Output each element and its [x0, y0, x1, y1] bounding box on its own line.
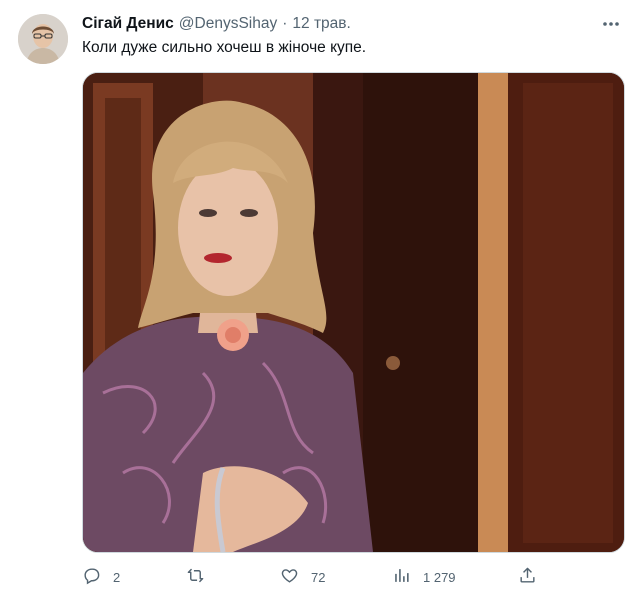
tweet-text: Коли дуже сильно хочеш в жіноче купе. [82, 39, 367, 56]
reply-button[interactable]: 2 [82, 566, 120, 588]
reply-count: 2 [113, 569, 121, 585]
retweet-icon [186, 566, 205, 588]
avatar-image [18, 14, 68, 64]
like-button[interactable]: 72 [280, 566, 325, 588]
media-illustration [83, 73, 624, 552]
like-icon [280, 566, 299, 588]
more-icon[interactable] [601, 18, 621, 30]
separator-dot: · [282, 15, 288, 32]
tweet-date[interactable]: 12 трав. [292, 14, 350, 34]
views-count: 1 279 [423, 569, 456, 585]
author-handle[interactable]: @DenysSihay [179, 14, 277, 34]
retweet-button[interactable] [186, 566, 217, 588]
avatar[interactable] [18, 14, 68, 64]
tweet-media-image[interactable] [82, 72, 625, 553]
views-icon [392, 566, 411, 588]
tweet[interactable]: Сігай Денис @DenysSihay · 12 трав. Коли … [0, 0, 639, 600]
share-button[interactable] [518, 566, 537, 588]
tweet-header: Сігай Денис @DenysSihay · 12 трав. [82, 14, 619, 34]
share-icon [518, 566, 537, 588]
author-name[interactable]: Сігай Денис [82, 14, 174, 34]
like-count: 72 [311, 569, 326, 585]
views-button[interactable]: 1 279 [392, 566, 456, 588]
reply-icon [82, 566, 101, 588]
tweet-actions: 2 72 1 279 [82, 566, 542, 588]
